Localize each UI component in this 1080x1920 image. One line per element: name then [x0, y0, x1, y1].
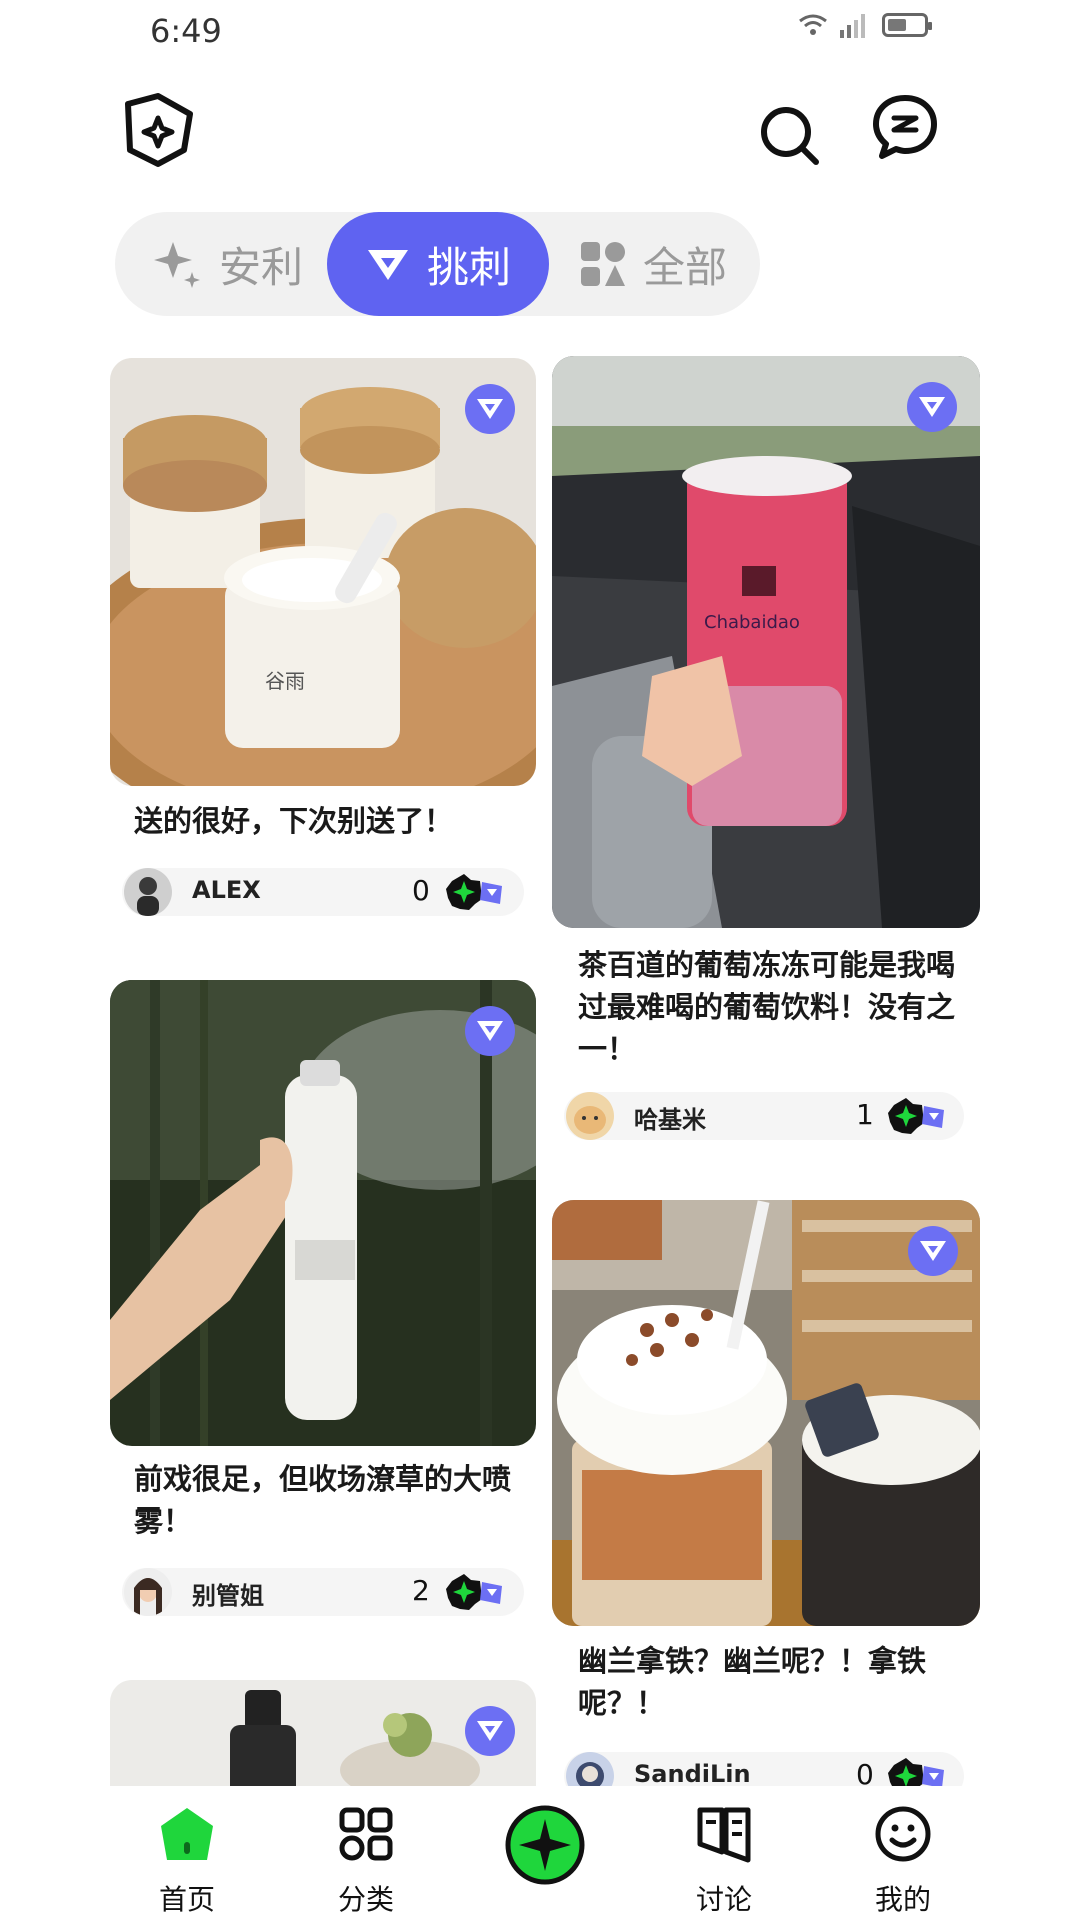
search-icon[interactable]: [758, 104, 822, 168]
post-title: 茶百道的葡萄冻冻可能是我喝过最难喝的葡萄饮料！没有之一！: [578, 948, 956, 1066]
nav-discussion-label: 讨论: [695, 1883, 752, 1916]
author-name[interactable]: 别管姐: [192, 1576, 264, 1611]
nav-category[interactable]: 分类: [306, 1786, 426, 1920]
post-card[interactable]: 前戏很足，但收场潦草的大喷雾！ 别管姐 2: [110, 980, 536, 1620]
author-name[interactable]: SandiLin: [634, 1760, 751, 1788]
tab-all[interactable]: 全部: [555, 212, 751, 316]
category-grid-icon: [339, 1807, 393, 1861]
critique-count: 1: [856, 1098, 874, 1131]
critique-triangle-icon: [367, 250, 408, 280]
nav-category-label: 分类: [337, 1883, 394, 1916]
smiley-profile-icon: [875, 1806, 931, 1862]
post-card[interactable]: 谷雨 送的很好，下次别送了！ ALEX 0: [110, 358, 536, 918]
post-image: Chabaidao: [552, 356, 980, 928]
post-card[interactable]: Chabaidao 茶百道的葡萄冻冻可能是我喝过最难喝的葡萄饮料！没有之一！ 哈…: [552, 356, 980, 1146]
svg-text:Chabaidao: Chabaidao: [704, 612, 800, 633]
signal-icon: [840, 14, 865, 38]
critique-badge-icon: [907, 382, 957, 432]
nav-home-label: 首页: [158, 1883, 215, 1916]
critique-badge-icon: [908, 1226, 958, 1276]
author-name[interactable]: ALEX: [192, 876, 261, 904]
nav-home[interactable]: 首页: [127, 1786, 247, 1920]
critique-count: 2: [412, 1574, 430, 1607]
critique-mini-icon: [922, 1106, 944, 1128]
post-card[interactable]: [110, 1680, 536, 1786]
status-icons: [798, 12, 932, 38]
sparkle-icon: [153, 242, 200, 288]
avatar[interactable]: [124, 868, 172, 916]
battery-icon: [882, 13, 932, 37]
post-title: 送的很好，下次别送了！: [134, 804, 454, 838]
critique-count: 0: [412, 874, 430, 907]
author-name[interactable]: 哈基米: [634, 1100, 706, 1135]
create-post-button[interactable]: [505, 1805, 585, 1885]
grid-shapes-icon: [580, 242, 625, 286]
message-icon[interactable]: [872, 94, 938, 160]
critique-badge-icon: [465, 1706, 515, 1756]
post-card[interactable]: 幽兰拿铁？幽兰呢？！拿铁呢？！ SandiLin 0: [552, 1200, 980, 1800]
wifi-icon: [799, 14, 827, 35]
svg-text:谷雨: 谷雨: [265, 669, 305, 693]
post-meta: 别管姐 2: [122, 1568, 524, 1616]
tab-bar: 安利 挑刺 全部: [115, 212, 760, 316]
tab-critique-label: 挑刺: [426, 242, 511, 292]
home-icon: [161, 1808, 213, 1860]
critique-mini-icon: [480, 1582, 502, 1604]
discussion-icon: [697, 1807, 751, 1863]
post-meta: 哈基米 1: [564, 1092, 964, 1140]
post-image: [110, 980, 536, 1446]
nav-profile-label: 我的: [874, 1883, 931, 1916]
post-meta: ALEX 0: [122, 868, 524, 916]
status-time: 6:49: [150, 12, 222, 50]
app-logo-icon[interactable]: [120, 92, 196, 168]
tab-critique[interactable]: 挑刺: [327, 212, 549, 316]
post-title: 幽兰拿铁？幽兰呢？！拿铁呢？！: [578, 1644, 927, 1720]
tab-recommend-label: 安利: [218, 242, 303, 292]
tab-all-label: 全部: [642, 242, 727, 292]
post-title: 前戏很足，但收场潦草的大喷雾！: [134, 1462, 512, 1538]
avatar[interactable]: [124, 1568, 172, 1616]
critique-badge-icon: [465, 1006, 515, 1056]
tab-recommend[interactable]: 安利: [129, 212, 325, 316]
nav-discussion[interactable]: 讨论: [664, 1786, 784, 1920]
avatar[interactable]: [566, 1092, 614, 1140]
critique-badge-icon: [465, 384, 515, 434]
critique-mini-icon: [480, 882, 502, 904]
status-bar: 6:49: [0, 0, 1080, 62]
nav-profile[interactable]: 我的: [843, 1786, 963, 1920]
